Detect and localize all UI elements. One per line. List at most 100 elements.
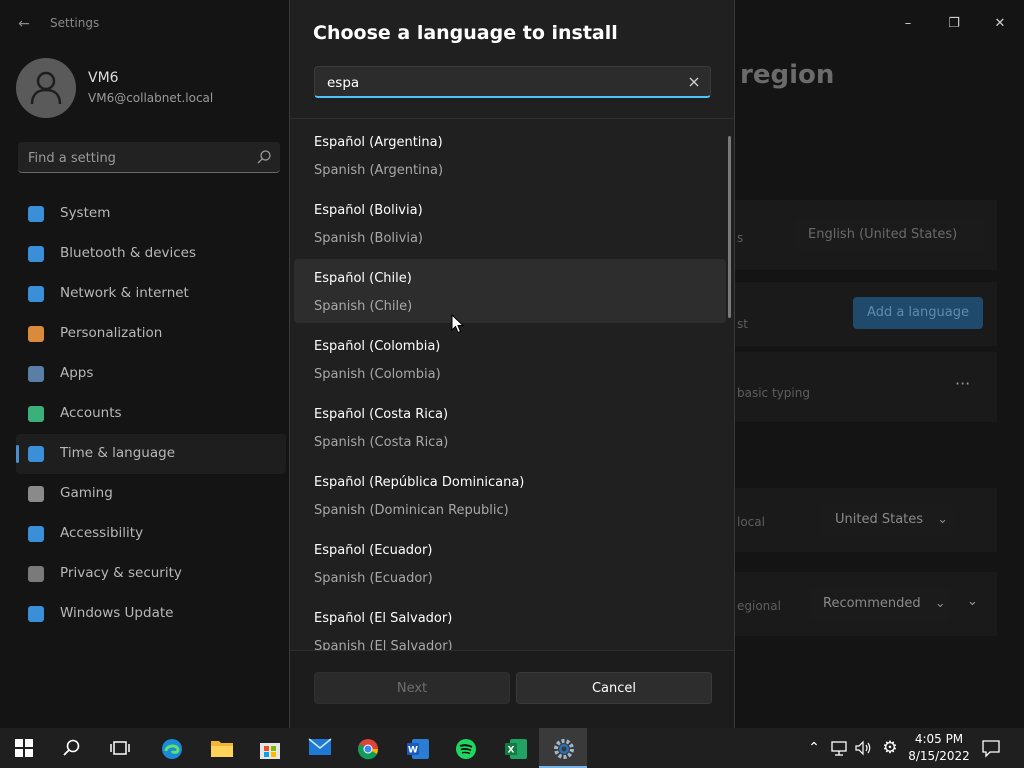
user-email: VM6@collabnet.local bbox=[88, 91, 214, 105]
language-list-item[interactable]: Español (Chile) Spanish (Chile) bbox=[294, 259, 726, 323]
chrome-icon bbox=[358, 739, 379, 760]
person-avatar-icon bbox=[30, 71, 62, 105]
add-language-button[interactable]: Add a language bbox=[853, 297, 983, 329]
language-search-input[interactable] bbox=[325, 73, 669, 93]
start-icon bbox=[15, 739, 33, 757]
avatar[interactable] bbox=[16, 58, 76, 118]
maximize-button[interactable]: ❐ bbox=[938, 8, 970, 40]
monitor-icon bbox=[28, 206, 44, 222]
file-explorer-button[interactable] bbox=[196, 728, 244, 768]
user-name: VM6 bbox=[88, 70, 119, 86]
cancel-button[interactable]: Cancel bbox=[516, 672, 712, 704]
row-text: local bbox=[737, 515, 765, 529]
store-icon bbox=[260, 743, 280, 759]
sidebar-item-network-internet[interactable]: Network & internet bbox=[16, 274, 286, 314]
country-dropdown[interactable]: United States ⌄ bbox=[821, 504, 953, 536]
expand-chevron-icon[interactable]: ⌄ bbox=[967, 594, 978, 609]
edge-button[interactable] bbox=[147, 728, 195, 768]
row-text: s bbox=[737, 231, 744, 245]
start-button[interactable] bbox=[0, 728, 48, 768]
mail-button[interactable] bbox=[294, 728, 342, 768]
sidebar-item-personalization[interactable]: Personalization bbox=[16, 314, 286, 354]
sidebar-item-accounts[interactable]: Accounts bbox=[16, 394, 286, 434]
excel-icon: X bbox=[505, 739, 527, 759]
language-english-name: Spanish (El Salvador) bbox=[314, 639, 453, 650]
sidebar-item-label: Privacy & security bbox=[60, 565, 182, 581]
clear-icon[interactable] bbox=[686, 74, 702, 90]
bluetooth-icon bbox=[28, 246, 44, 262]
language-list[interactable]: Español (Argentina) Spanish (Argentina) Es… bbox=[290, 119, 734, 650]
taskbar-search-button[interactable] bbox=[48, 728, 96, 768]
sidebar-item-label: Accounts bbox=[60, 405, 122, 421]
settings-search-box[interactable] bbox=[18, 142, 280, 173]
regional-format-dropdown[interactable]: Recommended ⌄ bbox=[809, 588, 951, 620]
language-native-name: Español (Argentina) bbox=[314, 135, 443, 150]
chevron-up-icon[interactable]: ⌃ bbox=[804, 738, 824, 758]
language-english-name: Spanish (Argentina) bbox=[314, 163, 444, 178]
task-view-icon bbox=[110, 741, 130, 755]
spotify-icon bbox=[456, 739, 476, 759]
settings-search-input[interactable] bbox=[26, 148, 250, 168]
sidebar: VM6 VM6@collabnet.local System Bluetooth … bbox=[0, 48, 290, 728]
language-native-name: Español (Bolivia) bbox=[314, 203, 423, 218]
display-language-dropdown[interactable]: English (United States) bbox=[794, 219, 984, 251]
sidebar-item-label: System bbox=[60, 205, 111, 221]
person-icon bbox=[28, 406, 44, 422]
minimize-button[interactable]: – bbox=[892, 8, 924, 40]
edge-icon bbox=[162, 739, 182, 759]
back-arrow-icon[interactable]: ← bbox=[14, 14, 34, 34]
sidebar-item-bluetooth-devices[interactable]: Bluetooth & devices bbox=[16, 234, 286, 274]
language-list-item[interactable]: Español (República Dominicana) Spanish (D… bbox=[294, 463, 726, 527]
accessibility-icon bbox=[28, 526, 44, 542]
language-native-name: Español (Chile) bbox=[314, 271, 412, 286]
clock-time[interactable]: 4:05 PM bbox=[908, 732, 970, 746]
sidebar-item-label: Time & language bbox=[60, 445, 176, 461]
language-list-item[interactable]: Español (Costa Rica) Spanish (Costa Rica) bbox=[294, 395, 726, 459]
sidebar-item-apps[interactable]: Apps bbox=[16, 354, 286, 394]
language-native-name: Español (El Salvador) bbox=[314, 611, 453, 626]
sidebar-nav: System Bluetooth & devices Network & inter… bbox=[16, 194, 286, 634]
word-button[interactable]: W bbox=[392, 728, 440, 768]
language-english-name: Spanish (Chile) bbox=[314, 299, 413, 314]
sidebar-item-time-language[interactable]: Time & language bbox=[16, 434, 286, 474]
dialog-footer: Next Cancel bbox=[290, 650, 734, 729]
volume-icon[interactable] bbox=[853, 738, 873, 758]
language-english-name: Spanish (Bolivia) bbox=[314, 231, 423, 246]
row-text: egional bbox=[737, 599, 781, 613]
scrollbar[interactable] bbox=[728, 136, 731, 318]
next-button[interactable]: Next bbox=[314, 672, 510, 704]
sidebar-item-label: Gaming bbox=[60, 485, 113, 501]
clock-date[interactable]: 8/15/2022 bbox=[908, 749, 970, 763]
settings-app-button[interactable] bbox=[539, 728, 587, 768]
store-button[interactable] bbox=[245, 728, 293, 768]
sidebar-item-system[interactable]: System bbox=[16, 194, 286, 234]
sidebar-item-gaming[interactable]: Gaming bbox=[16, 474, 286, 514]
sidebar-item-label: Windows Update bbox=[60, 605, 174, 621]
row-text: basic typing bbox=[737, 386, 810, 400]
language-list-item[interactable]: Español (Bolivia) Spanish (Bolivia) bbox=[294, 191, 726, 255]
language-list-item[interactable]: Español (El Salvador) Spanish (El Salvado… bbox=[294, 599, 726, 650]
shield-icon bbox=[28, 566, 44, 582]
gear-icon[interactable]: ⚙ bbox=[880, 738, 900, 758]
excel-button[interactable]: X bbox=[490, 728, 538, 768]
app-title: Settings bbox=[50, 16, 100, 30]
sidebar-item-privacy-security[interactable]: Privacy & security bbox=[16, 554, 286, 594]
language-list-item[interactable]: Español (Ecuador) Spanish (Ecuador) bbox=[294, 531, 726, 595]
wifi-icon bbox=[28, 286, 44, 302]
sidebar-item-accessibility[interactable]: Accessibility bbox=[16, 514, 286, 554]
spotify-button[interactable] bbox=[441, 728, 489, 768]
task-view-button[interactable] bbox=[96, 728, 144, 768]
sidebar-item-windows-update[interactable]: Windows Update bbox=[16, 594, 286, 634]
chrome-button[interactable] bbox=[343, 728, 391, 768]
language-search-box[interactable] bbox=[314, 66, 711, 98]
more-options-icon[interactable]: ··· bbox=[955, 374, 970, 393]
language-list-item[interactable]: Español (Argentina) Spanish (Argentina) bbox=[294, 123, 726, 187]
language-english-name: Spanish (Ecuador) bbox=[314, 571, 433, 586]
network-icon[interactable] bbox=[829, 738, 849, 758]
language-native-name: Español (República Dominicana) bbox=[314, 475, 525, 490]
sidebar-item-label: Bluetooth & devices bbox=[60, 245, 197, 261]
close-button[interactable]: ✕ bbox=[984, 8, 1016, 40]
notification-icon[interactable] bbox=[981, 738, 1001, 758]
language-list-item[interactable]: Español (Colombia) Spanish (Colombia) bbox=[294, 327, 726, 391]
language-english-name: Spanish (Dominican Republic) bbox=[314, 503, 509, 518]
